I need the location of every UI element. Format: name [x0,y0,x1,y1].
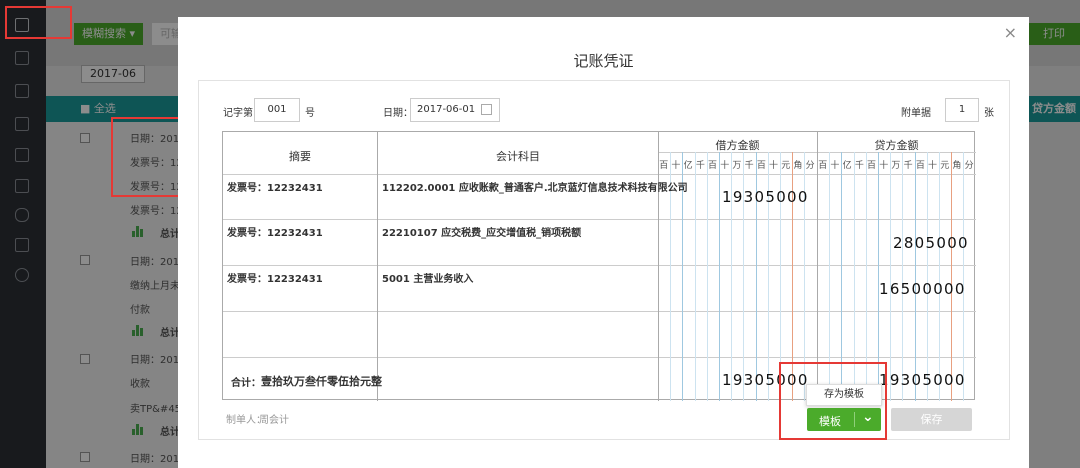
amount-unit-label: 元 [781,161,791,171]
row-credit-amount[interactable]: 2805000 [893,234,969,252]
sidebar-highlight-box [5,6,72,39]
amount-unit-label: 万 [732,161,742,171]
debit-header: 借方金额 [715,139,760,152]
grid-line [926,152,928,401]
amount-unit-label: 千 [903,161,913,171]
voucher-table: 摘要 会计科目 借方金额 贷方金额 百十亿千百十万千百十元角分百十亿千百十万千百… [222,131,976,401]
row-summary[interactable]: 发票号：12232431 [227,270,323,285]
grid-line [694,152,696,401]
grid-line [706,152,708,401]
row-account[interactable]: 112202.0001 应收账款_普通客户.北京蓝灯信息技术科技有限公司 [382,179,688,194]
amount-unit-label: 亿 [842,161,852,171]
amount-unit-label: 百 [708,161,718,171]
rows-highlight-box [111,117,181,197]
row-credit-amount[interactable]: 16500000 [879,280,966,298]
row-summary[interactable]: 发票号：12232431 [227,224,323,239]
grid-line [902,152,904,401]
amount-unit-label: 十 [928,161,938,171]
amount-unit-label: 元 [940,161,950,171]
total-in-words: 壹拾玖万叁仟零伍拾元整 [261,375,382,388]
grid-line [223,265,976,266]
amount-unit-label: 角 [793,161,803,171]
amount-unit-label: 万 [891,161,901,171]
voucher-suffix-label: 号 [305,108,315,119]
amount-unit-label: 十 [830,161,840,171]
amount-unit-label: 十 [879,161,889,171]
amount-unit-label: 百 [867,161,877,171]
grid-line [658,132,659,401]
amount-unit-label: 角 [952,161,962,171]
row-account[interactable]: 22210107 应交税费_应交增值税_销项税额 [382,224,581,239]
date-label: 日期： [383,108,413,119]
grid-line [719,152,720,401]
amount-unit-label: 亿 [683,161,693,171]
calendar-icon[interactable] [481,104,492,115]
account-header: 会计科目 [496,150,540,163]
save-button[interactable]: 保存 [891,408,972,431]
grid-line [817,132,818,401]
date-input[interactable]: 2017-06-01 [410,98,500,122]
amount-unit-label: 百 [659,161,669,171]
amount-unit-label: 十 [769,161,779,171]
total-label: 合计： [231,378,261,389]
amount-unit-label: 百 [756,161,766,171]
summary-header: 摘要 [289,150,311,163]
amount-unit-label: 十 [671,161,681,171]
amount-unit-label: 十 [720,161,730,171]
preparer-name: 周会计 [259,415,289,426]
grid-line [939,152,940,401]
grid-line [223,219,976,220]
row-account[interactable]: 5001 主营业务收入 [382,270,473,285]
credit-header: 贷方金额 [874,139,919,152]
row-debit-amount[interactable]: 19305000 [722,188,809,206]
total-credit-amount: 19305000 [879,371,966,389]
grid-line [377,132,378,401]
amount-unit-label: 分 [805,161,815,171]
dialog-title: 记账凭证 [573,52,634,70]
grid-line [951,152,953,401]
amount-unit-label: 百 [818,161,828,171]
amount-unit-label: 百 [915,161,925,171]
attachments-label: 附单据 [901,108,931,119]
amount-unit-label: 千 [744,161,754,171]
grid-line [963,152,965,401]
grid-line [914,152,916,401]
attachments-unit-label: 张 [984,108,994,119]
voucher-form: 记字第 001 号 日期： 2017-06-01 附单据 1 张 摘要 会计科目… [198,80,1010,440]
amount-unit-label: 分 [964,161,974,171]
template-highlight-box [779,362,887,440]
attachments-count-input[interactable]: 1 [945,98,979,122]
amount-unit-label: 千 [695,161,705,171]
row-summary[interactable]: 发票号：12232431 [227,179,323,194]
close-icon[interactable]: × [1004,23,1017,42]
grid-line [223,357,976,358]
grid-line [890,152,892,401]
voucher-dialog: 记账凭证 × 记字第 001 号 日期： 2017-06-01 附单据 1 张 … [178,17,1029,468]
date-value: 2017-06-01 [417,104,476,115]
voucher-prefix-label: 记字第 [223,108,253,119]
grid-line [223,311,976,312]
voucher-number-input[interactable]: 001 [254,98,300,122]
amount-unit-label: 千 [854,161,864,171]
grid-line [223,174,976,175]
